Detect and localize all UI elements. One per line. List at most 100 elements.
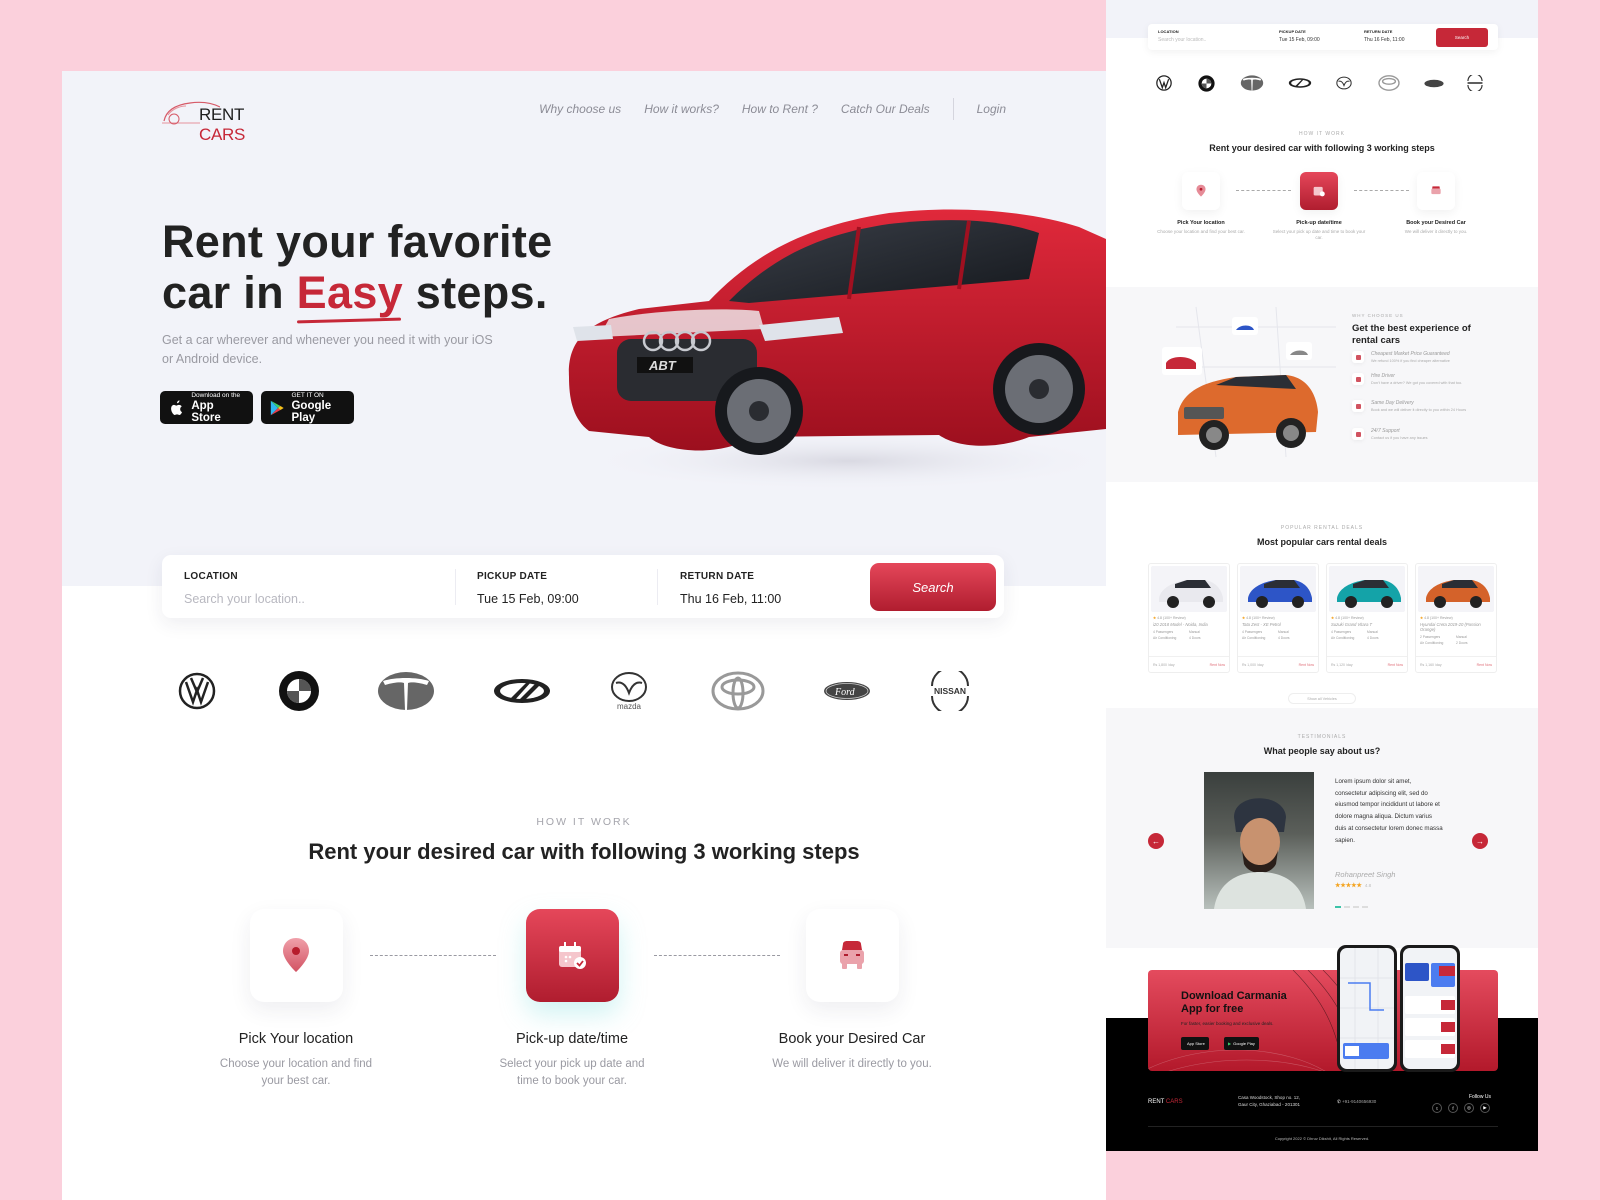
step-icon-box-active [525, 909, 619, 1002]
preview-search-button[interactable]: Search [1436, 28, 1488, 47]
app-banner-subtitle: For faster, easier booking and exclusive… [1181, 1021, 1274, 1026]
step-pick-location: Pick Your location Choose your location … [196, 909, 396, 1089]
ford-logo-icon[interactable]: Ford [822, 666, 872, 716]
star-icon: ★ [1153, 616, 1157, 620]
carousel-dot[interactable] [1353, 906, 1359, 908]
how-it-works-label: HOW IT WORK [536, 816, 632, 828]
deal-card[interactable]: ★ 4.8 (100+ Review) i20 2018 Model - Noi… [1148, 563, 1230, 673]
nissan-logo-icon[interactable]: NISSAN [927, 666, 973, 716]
next-arrow-button[interactable]: → [1472, 833, 1488, 849]
location-input[interactable]: Search your location.. [184, 592, 444, 606]
footer-phone[interactable]: ✆ +91-9140656930 [1337, 1099, 1376, 1105]
facebook-icon[interactable]: f [1448, 1103, 1458, 1113]
nav-catch-our-deals[interactable]: Catch Our Deals [841, 102, 930, 116]
headline-accent-word: Easy [296, 267, 403, 318]
card-transmission: Manual [1367, 630, 1378, 634]
star-icon: ★ [1420, 616, 1424, 620]
nav-how-to-rent[interactable]: How to Rent ? [742, 102, 818, 116]
card-car-name: i20 2018 Model - Noida, India [1153, 622, 1208, 627]
preview-location-field[interactable]: LOCATION Search your location.. [1158, 29, 1206, 43]
footer-address: Casa Woodstock, Shop no. 12, Gaur City, G… [1238, 1094, 1300, 1108]
phone-mockup-map [1337, 945, 1397, 1072]
location-pin-icon [1182, 172, 1220, 210]
location-field[interactable]: LOCATION Search your location.. [184, 571, 444, 606]
deal-card[interactable]: ★ 4.8 (100+ Review) Suzuki Grand Vitara … [1326, 563, 1408, 673]
preview-pickup-field[interactable]: PICKUP DATE Tue 15 Feb, 09:00 [1279, 29, 1320, 43]
why-item-title: Cheapest Market Price Guaranteed [1371, 351, 1450, 357]
why-item-title: Same Day Delivery [1371, 400, 1414, 406]
preview-pickup-value: Tue 15 Feb, 09:00 [1279, 37, 1320, 43]
rent-now-link[interactable]: Rent Now [1210, 663, 1225, 667]
prev-arrow-button[interactable]: ← [1148, 833, 1164, 849]
driver-icon [1352, 373, 1364, 385]
app-banner-appstore-button[interactable]: App Store [1181, 1037, 1209, 1050]
app-banner-gplay-button[interactable]: ▶ Google Play [1224, 1037, 1259, 1050]
card-passengers: 2 Passengers [1420, 635, 1441, 639]
show-all-vehicles-button[interactable]: Show all Vehicles [1288, 693, 1356, 704]
card-transmission: Manual [1189, 630, 1200, 634]
deal-card[interactable]: ★ 4.8 (100+ Review) Tata Zest - XE Petro… [1237, 563, 1319, 673]
volkswagen-logo-icon[interactable] [177, 666, 217, 716]
return-date-field[interactable]: RETURN DATE Thu 16 Feb, 11:00 [680, 571, 781, 606]
why-item-title: 24/7 Support [1371, 428, 1400, 434]
follow-us-label: Follow Us [1469, 1094, 1491, 1100]
twitter-icon[interactable]: t [1432, 1103, 1442, 1113]
car-shape [1151, 566, 1227, 612]
card-rating: 4.8 [1157, 616, 1162, 620]
pickup-date-field[interactable]: PICKUP DATE Tue 15 Feb, 09:00 [477, 571, 579, 606]
field-divider [657, 569, 658, 605]
preview-location-input[interactable]: Search your location.. [1158, 37, 1206, 43]
app-store-button[interactable]: Download on the App Store [160, 391, 253, 424]
preview-step-desc: Select your pick up date and time to boo… [1272, 229, 1366, 240]
gplay-small-label: GET IT ON [291, 391, 324, 399]
nav-why-choose-us[interactable]: Why choose us [539, 102, 621, 116]
instagram-icon[interactable]: ◎ [1464, 1103, 1474, 1113]
car-listing-illustration [1405, 963, 1455, 1058]
nav-how-it-works[interactable]: How it works? [644, 102, 719, 116]
card-doors: 4 Doors [1278, 636, 1290, 640]
mazda-logo-icon[interactable]: mazda [609, 666, 649, 716]
car-icon [1417, 172, 1455, 210]
carousel-dot[interactable] [1362, 906, 1368, 908]
card-passengers: 4 Passengers [1331, 630, 1352, 634]
why-item-title: Hire Driver [1371, 373, 1395, 379]
return-value[interactable]: Thu 16 Feb, 11:00 [680, 592, 781, 606]
why-title: Get the best experience of rental cars [1352, 323, 1471, 346]
bmw-logo-icon[interactable] [277, 666, 321, 716]
toyota-logo-icon[interactable] [710, 666, 766, 716]
step-description: Select your pick up date and time to boo… [499, 1058, 645, 1087]
why-item: Cheapest Market Price Guaranteed We refun… [1352, 351, 1482, 364]
testimonials-section: TESTIMONIALS What people say about us? ←… [1106, 708, 1538, 948]
why-item: Hire Driver Don't have a driver? We got y… [1352, 373, 1482, 386]
preview-return-field[interactable]: RETURN DATE Thu 16 Feb, 11:00 [1364, 29, 1405, 43]
rent-now-link[interactable]: Rent Now [1477, 663, 1492, 667]
google-play-button[interactable]: GET IT ON Google Play [261, 391, 354, 424]
rent-now-link[interactable]: Rent Now [1299, 663, 1314, 667]
appstore-label: App Store [1187, 1041, 1205, 1046]
carousel-dot[interactable] [1335, 906, 1341, 908]
youtube-icon[interactable]: ▶ [1480, 1103, 1490, 1113]
nissan-wordmark: NISSAN [934, 686, 966, 696]
deal-card[interactable]: ★ 4.8 (100+ Review) Hyundai Creta 2019-2… [1415, 563, 1497, 673]
card-price: Rs 1,000 /day [1242, 662, 1264, 667]
carousel-dot[interactable] [1344, 906, 1350, 908]
tata-logo-icon[interactable] [377, 666, 435, 716]
step-description: Choose your location and find your best … [219, 1058, 373, 1087]
search-button[interactable]: Search [870, 563, 996, 611]
app-banner-title: Download Carmania App for free [1181, 990, 1287, 1016]
pickup-value[interactable]: Tue 15 Feb, 09:00 [477, 592, 579, 606]
address-line1: Casa Woodstock, Shop no. 12, [1238, 1095, 1300, 1100]
bmw-logo-icon [1198, 72, 1215, 94]
rent-now-link[interactable]: Rent Now [1388, 663, 1403, 667]
card-transmission: Manual [1278, 630, 1289, 634]
logo[interactable]: RENT CARS [162, 93, 292, 144]
footer-logo[interactable]: RENT CARS [1148, 1099, 1183, 1105]
search-bar: LOCATION Search your location.. PICKUP D… [162, 555, 1004, 618]
car-shape [1240, 566, 1316, 612]
ford-wordmark: Ford [834, 687, 856, 698]
nav-login[interactable]: Login [977, 102, 1006, 116]
preview-step-title: Pick Your location [1177, 220, 1225, 226]
calendar-check-icon [1300, 172, 1338, 210]
reviewer-photo [1204, 772, 1314, 909]
mahindra-logo-icon[interactable] [492, 666, 552, 716]
